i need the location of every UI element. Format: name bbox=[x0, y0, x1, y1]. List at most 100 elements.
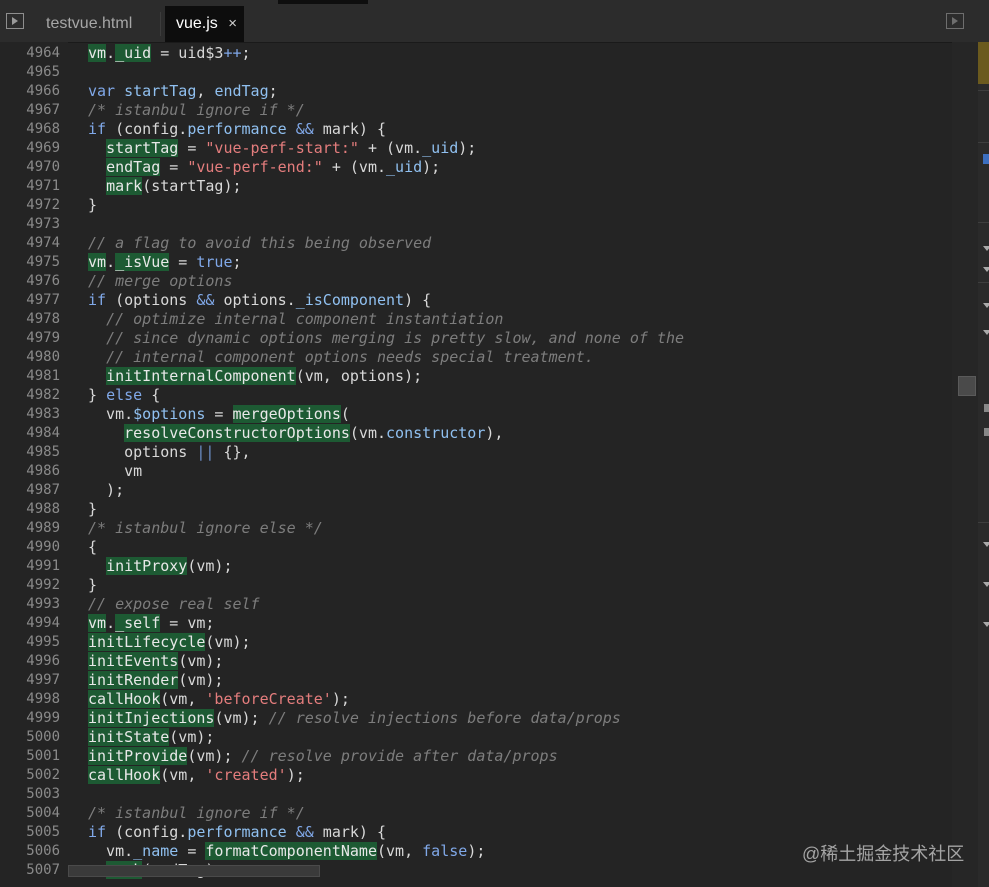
code-token: vm. bbox=[88, 842, 134, 860]
code-line: if (options && options._isComponent) { bbox=[88, 291, 431, 310]
code-line: initProxy(vm); bbox=[88, 557, 233, 576]
code-line: var startTag, endTag; bbox=[88, 82, 278, 101]
code-token: vm bbox=[88, 253, 107, 271]
sidebar-marker bbox=[983, 154, 989, 164]
code-token: endTag bbox=[214, 82, 269, 100]
chevron-down-icon[interactable] bbox=[983, 267, 989, 272]
code-line: options || {}, bbox=[88, 443, 250, 462]
tab-testvue-html[interactable]: testvue.html bbox=[34, 6, 160, 42]
chevron-down-icon[interactable] bbox=[983, 542, 989, 547]
code-line: callHook(vm, 'created'); bbox=[88, 766, 305, 785]
code-token: initInternalComponent bbox=[106, 367, 296, 385]
horizontal-scrollbar-thumb[interactable] bbox=[68, 865, 320, 877]
code-token: = uid$3 bbox=[151, 44, 224, 62]
code-line: ); bbox=[88, 481, 124, 500]
code-token: initInjections bbox=[88, 709, 215, 727]
code-token: || bbox=[196, 443, 215, 461]
code-token: (startTag); bbox=[142, 177, 242, 195]
chevron-down-icon[interactable] bbox=[983, 303, 989, 308]
code-token: options bbox=[88, 443, 197, 461]
code-token: { bbox=[142, 386, 161, 404]
code-line: initRender(vm); bbox=[88, 671, 223, 690]
code-token: ); bbox=[422, 158, 441, 176]
code-line: initInternalComponent(vm, options); bbox=[88, 367, 422, 386]
code-token: initProvide bbox=[88, 747, 188, 765]
sidebar-marker bbox=[984, 428, 989, 436]
close-icon[interactable]: × bbox=[228, 6, 237, 42]
code-line: /* istanbul ignore else */ bbox=[88, 519, 323, 538]
sidebar-divider bbox=[978, 90, 989, 91]
sidebar-divider bbox=[978, 282, 989, 283]
code-token: ); bbox=[88, 481, 125, 499]
code-token: (vm); bbox=[187, 557, 233, 575]
code-token: (vm); bbox=[178, 652, 224, 670]
code-token: initLifecycle bbox=[88, 633, 206, 651]
code-token: if bbox=[88, 291, 107, 309]
code-token: ( bbox=[340, 405, 350, 423]
vertical-scrollbar[interactable] bbox=[952, 42, 978, 887]
code-token: (options bbox=[106, 291, 197, 309]
code-token: _uid bbox=[422, 139, 459, 157]
code-token: (config. bbox=[106, 823, 188, 841]
code-line: initProvide(vm); // resolve provide afte… bbox=[88, 747, 558, 766]
code-line: vm bbox=[88, 462, 142, 481]
code-token: // resolve injections before data/props bbox=[268, 709, 621, 727]
code-line: endTag = "vue-perf-end:" + (vm._uid); bbox=[88, 158, 440, 177]
code-line: startTag = "vue-perf-start:" + (vm._uid)… bbox=[88, 139, 476, 158]
code-line: } bbox=[88, 196, 97, 215]
code-token: initRender bbox=[88, 671, 179, 689]
code-token: performance bbox=[187, 823, 287, 841]
code-token: initState bbox=[88, 728, 170, 746]
code-token: var bbox=[88, 82, 125, 100]
code-line: /* istanbul ignore if */ bbox=[88, 101, 305, 120]
code-token: ) { bbox=[404, 291, 432, 309]
chevron-down-icon[interactable] bbox=[983, 246, 989, 251]
code-line: /* istanbul ignore if */ bbox=[88, 804, 305, 823]
code-token: = bbox=[205, 405, 233, 423]
code-token: = bbox=[160, 158, 188, 176]
code-token: . bbox=[106, 253, 116, 271]
right-sidebar-strip bbox=[978, 42, 989, 887]
code-line: vm._isVue = true; bbox=[88, 253, 242, 272]
tab-vue-js[interactable]: vue.js × bbox=[165, 6, 244, 42]
code-line: // expose real self bbox=[88, 595, 260, 614]
code-token: mergeOptions bbox=[232, 405, 341, 423]
code-token: if bbox=[88, 120, 107, 138]
code-token: _isVue bbox=[115, 253, 170, 271]
code-token: // resolve provide after data/props bbox=[241, 747, 558, 765]
chevron-down-icon[interactable] bbox=[983, 622, 989, 627]
code-token: initProxy bbox=[106, 557, 188, 575]
code-line: // internal component options needs spec… bbox=[88, 348, 594, 367]
code-line: initEvents(vm); bbox=[88, 652, 223, 671]
code-token: vm bbox=[88, 614, 107, 632]
code-line: } bbox=[88, 500, 97, 519]
file-navigator-toggle-icon[interactable] bbox=[6, 13, 24, 29]
code-token: formatComponentName bbox=[205, 842, 377, 860]
code-line: vm._uid = uid$3++; bbox=[88, 44, 251, 63]
sidebar-toggle-icon[interactable] bbox=[946, 13, 964, 29]
code-token: ); bbox=[331, 690, 350, 708]
sidebar-divider bbox=[978, 142, 989, 143]
code-token: ); bbox=[458, 139, 477, 157]
code-token: (vm); bbox=[178, 671, 224, 689]
code-token: (vm. bbox=[349, 424, 387, 442]
tab-bar: testvue.html vue.js × bbox=[0, 0, 989, 43]
chevron-down-icon[interactable] bbox=[983, 330, 989, 335]
code-token: options. bbox=[214, 291, 296, 309]
code-token: false bbox=[422, 842, 468, 860]
vertical-scrollbar-thumb[interactable] bbox=[958, 376, 976, 396]
code-token: } bbox=[88, 500, 98, 518]
code-editor[interactable]: vm._uid = uid$3++; var startTag, endTag; /… bbox=[0, 42, 952, 887]
code-token: // since dynamic options merging is pret… bbox=[106, 329, 685, 347]
sidebar-divider bbox=[978, 222, 989, 223]
code-token: (vm); bbox=[187, 747, 242, 765]
code-token: . bbox=[106, 614, 116, 632]
chevron-down-icon[interactable] bbox=[983, 582, 989, 587]
code-line: callHook(vm, 'beforeCreate'); bbox=[88, 690, 350, 709]
code-token: (vm); bbox=[205, 633, 251, 651]
code-token: constructor bbox=[386, 424, 486, 442]
code-token: && bbox=[295, 823, 314, 841]
